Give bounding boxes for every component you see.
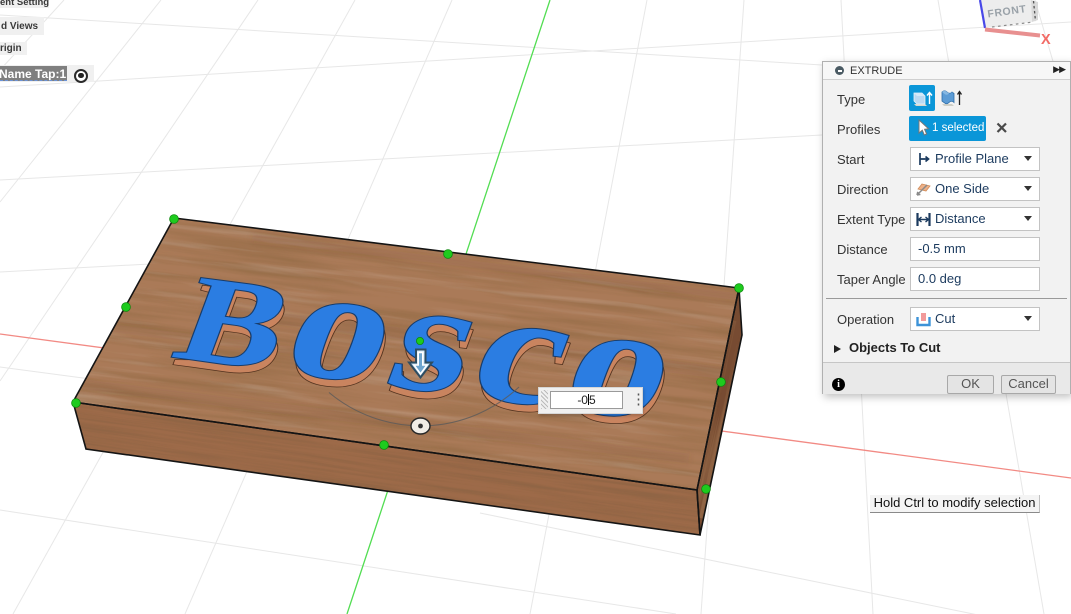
svg-text:X: X [1041, 32, 1051, 48]
